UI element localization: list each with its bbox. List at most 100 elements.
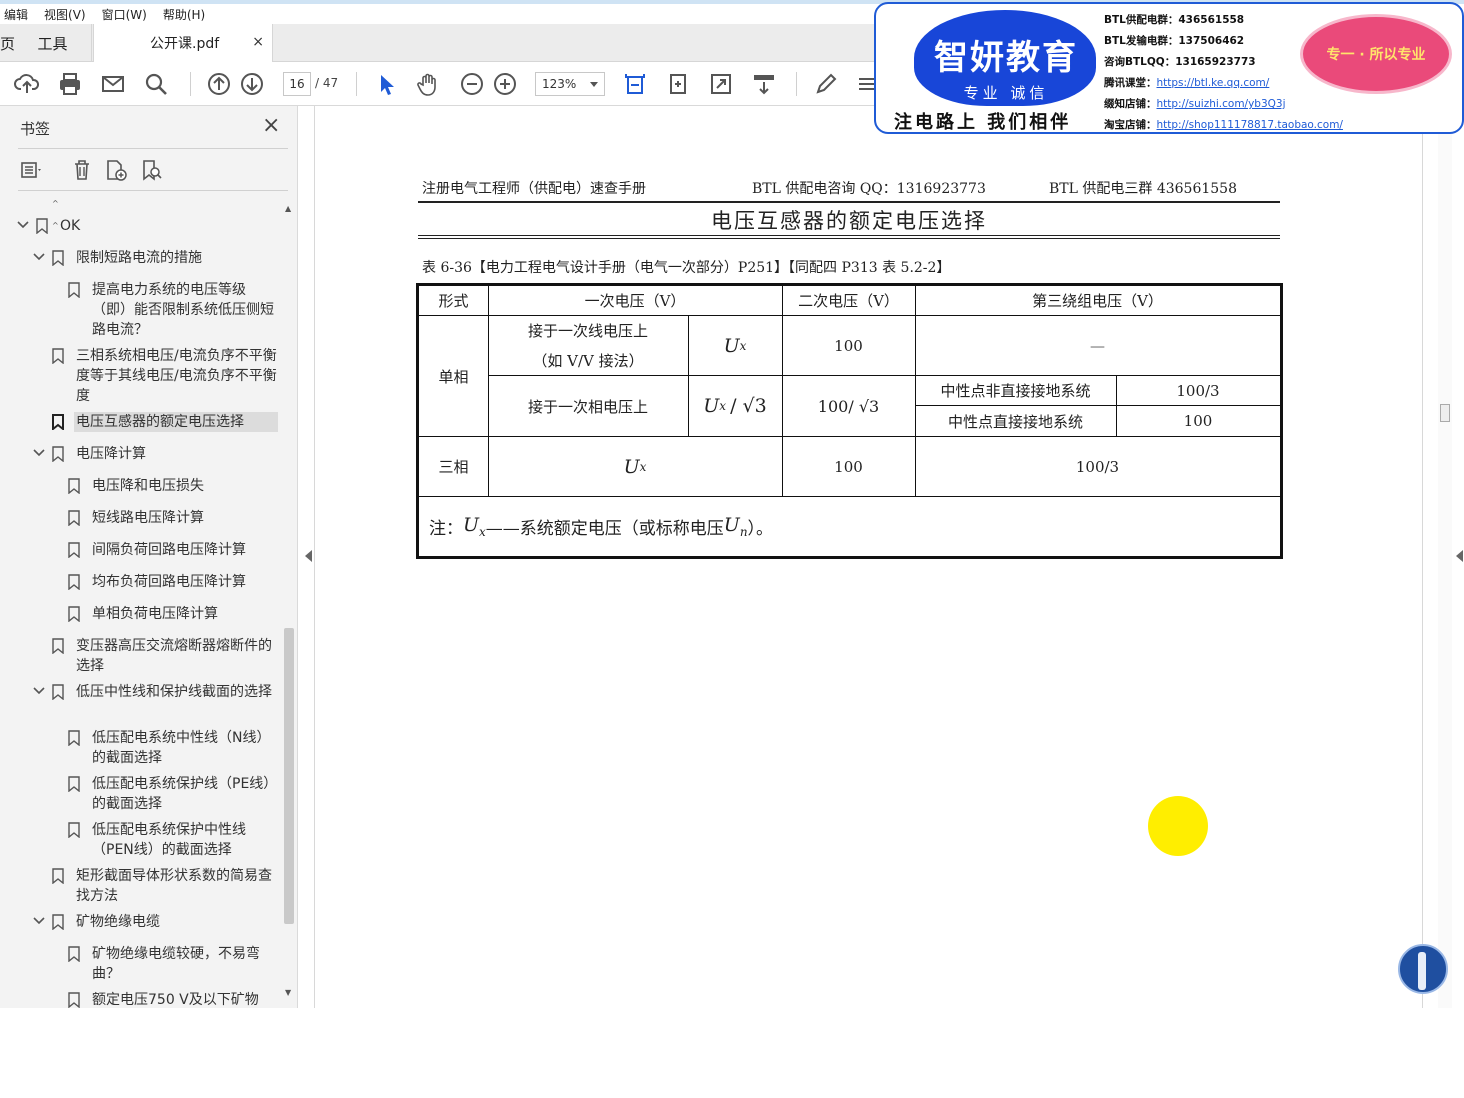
promo-line: 腾讯课堂：https://btl.ke.qq.com/ (1104, 75, 1269, 90)
page-down-icon[interactable] (239, 71, 265, 97)
cloud-upload-icon[interactable] (14, 71, 40, 97)
rotate-page-icon[interactable] (665, 71, 691, 97)
toolbar: 16 / 47 123% (0, 62, 876, 106)
promo-line: 咨询BTLQQ：13165923773 (1104, 56, 1256, 68)
bookmark-label: 矿物绝缘电缆较硬，不易弯曲？ (92, 946, 260, 982)
collapse-right-icon[interactable] (1456, 550, 1463, 562)
menu-edit[interactable]: 编辑 (4, 6, 28, 23)
close-icon[interactable]: × (262, 115, 280, 137)
bookmark-icon (52, 446, 64, 462)
print-icon[interactable] (57, 71, 83, 97)
search-icon[interactable] (143, 71, 169, 97)
bookmark-item[interactable]: 矿物绝缘电缆较硬，不易弯曲？ (0, 944, 282, 986)
chevron-down-icon[interactable] (32, 684, 46, 698)
bookmark-icon (68, 992, 80, 1008)
bookmark-item[interactable]: 矿物绝缘电缆 (0, 912, 282, 934)
bookmark-item[interactable]: 电压降和电压损失 (0, 476, 282, 498)
bookmarks-title: 书签 (20, 120, 51, 138)
bookmark-item[interactable]: 均布负荷回路电压降计算 (0, 572, 282, 594)
promo-link[interactable]: http://shop111178817.taobao.com/ (1157, 119, 1343, 131)
bookmark-search-icon[interactable] (140, 158, 164, 182)
menu-window[interactable]: 窗口(W) (102, 6, 147, 23)
bookmark-item[interactable]: 间隔负荷回路电压降计算 (0, 540, 282, 562)
bookmark-icon (68, 574, 80, 590)
page-up-icon[interactable] (206, 71, 232, 97)
bookmark-item[interactable]: OK (0, 216, 282, 238)
bookmark-label: 矩形截面导体形状系数的简易查找方法 (76, 868, 272, 904)
promo-banner: 智妍教育 专业 诚信 注电路上 我们相伴 BTL供配电群：436561558 B… (874, 2, 1464, 134)
tab-close-icon[interactable]: × (252, 34, 264, 50)
bookmark-item[interactable]: 变压器高压交流熔断器熔断件的选择 (0, 636, 282, 678)
bookmark-label: 均布负荷回路电压降计算 (92, 574, 246, 590)
document-scrollbar-thumb[interactable] (1440, 404, 1450, 422)
bookmarks-scrollbar-thumb[interactable] (284, 628, 294, 924)
toolbar-separator (796, 72, 797, 96)
bookmark-label: 低压配电系统保护线（PE线）的截面选择 (92, 776, 271, 812)
bookmark-label: 提高电力系统的电压等级（即）能否限制系统低压侧短路电流？ (92, 282, 274, 338)
bookmark-item[interactable]: 低压配电系统保护中性线（PEN线）的截面选择 (0, 820, 282, 862)
logo-text: 智妍教育 (934, 38, 1078, 78)
select-arrow-icon[interactable] (373, 71, 399, 97)
page-number-input[interactable]: 16 (283, 72, 311, 96)
fit-page-icon[interactable] (622, 71, 648, 97)
promo-link[interactable]: http://suizhi.com/yb3Q3j (1157, 98, 1286, 110)
zoom-in-icon[interactable] (492, 71, 518, 97)
bookmark-item[interactable]: 短线路电压降计算 (0, 508, 282, 530)
chevron-down-icon[interactable] (16, 218, 30, 232)
new-bookmark-icon[interactable] (104, 158, 128, 182)
delete-bookmark-icon[interactable] (70, 158, 94, 182)
zoom-out-icon[interactable] (459, 71, 485, 97)
bookmark-item[interactable]: 电压降计算 (0, 444, 282, 466)
bookmark-item[interactable]: 单相负荷电压降计算 (0, 604, 282, 626)
bookmark-item[interactable]: 低压配电系统中性线（N线）的截面选择 (0, 728, 282, 770)
document-scrollbar[interactable] (1438, 106, 1452, 1008)
page-title: 电压互感器的额定电压选择 (711, 209, 987, 233)
bookmark-item[interactable]: 三相系统相电压/电流负序不平衡度等于其线电压/电流负序不平衡度 (0, 346, 282, 408)
bookmark-item[interactable]: 低压配电系统保护线（PE线）的截面选择 (0, 774, 282, 816)
tab-bar: 页 工具 公开课.pdf × (0, 24, 876, 62)
toolbar-separator (356, 72, 357, 96)
scroll-mode-icon[interactable] (751, 71, 777, 97)
cell-neutral-indirect: 中性点非直接接地系统 (940, 382, 1091, 400)
note-ux: Ux (463, 514, 486, 539)
collapse-left-icon[interactable] (305, 550, 312, 562)
fullscreen-icon[interactable] (708, 71, 734, 97)
hand-tool-icon[interactable] (416, 71, 442, 97)
voltage-table: 形式 一次电压（V） 二次电压（V） 第三绕组电压（V） 单相 接于一次线电压上… (416, 283, 1283, 559)
chevron-down-icon[interactable] (32, 250, 46, 264)
bookmark-icon (52, 914, 64, 930)
tab-tools[interactable]: 工具 (14, 24, 92, 62)
tab-document[interactable]: 公开课.pdf × (93, 24, 273, 62)
bookmark-item[interactable]: 额定电压750 V及以下矿物 (0, 990, 282, 1012)
chevron-down-icon[interactable] (32, 446, 46, 460)
promo-link[interactable]: https://btl.ke.qq.com/ (1157, 77, 1270, 89)
bookmark-item[interactable]: 矩形截面导体形状系数的简易查找方法 (0, 866, 282, 908)
zoom-select[interactable]: 123% (535, 72, 605, 96)
scroll-down-icon[interactable]: ▼ (285, 988, 291, 997)
menu-view[interactable]: 视图(V) (44, 6, 86, 23)
pointer-highlight (1148, 796, 1208, 856)
cell-secondary-100: 100 (834, 336, 863, 355)
more-tools-icon[interactable] (855, 71, 875, 97)
th-tertiary: 第三绕组电压（V） (1032, 292, 1163, 310)
cell-three-phase: 三相 (438, 458, 469, 476)
chevron-down-icon[interactable] (32, 914, 46, 928)
menu-help[interactable]: 帮助(H) (163, 6, 205, 23)
bookmark-item[interactable]: 限制短路电流的措施 (0, 248, 282, 270)
pen-icon[interactable] (813, 71, 839, 97)
scroll-up-icon[interactable]: ▲ (285, 204, 291, 213)
page-header-left: 注册电气工程师（供配电）速查手册 (422, 181, 646, 197)
cell-phase-connection: 接于一次相电压上 (527, 397, 648, 416)
tab-home-label: 页 (0, 34, 16, 53)
ux-symbol: U (723, 334, 740, 357)
tab-home[interactable]: 页 (0, 24, 16, 62)
bookmark-item-selected[interactable]: 电压互感器的额定电压选择 (0, 412, 282, 434)
bookmark-options-icon[interactable] (20, 158, 44, 182)
page-right-edge (1422, 106, 1423, 1008)
mail-icon[interactable] (100, 71, 126, 97)
bookmark-item[interactable]: 提高电力系统的电压等级（即）能否限制系统低压侧短路电流？ (0, 280, 282, 342)
bookmark-icon (52, 868, 64, 884)
promo-label: 淘宝店铺： (1104, 119, 1157, 131)
bookmark-item[interactable]: 低压中性线和保护线截面的选择 (0, 682, 282, 724)
bookmark-icon (52, 684, 64, 700)
